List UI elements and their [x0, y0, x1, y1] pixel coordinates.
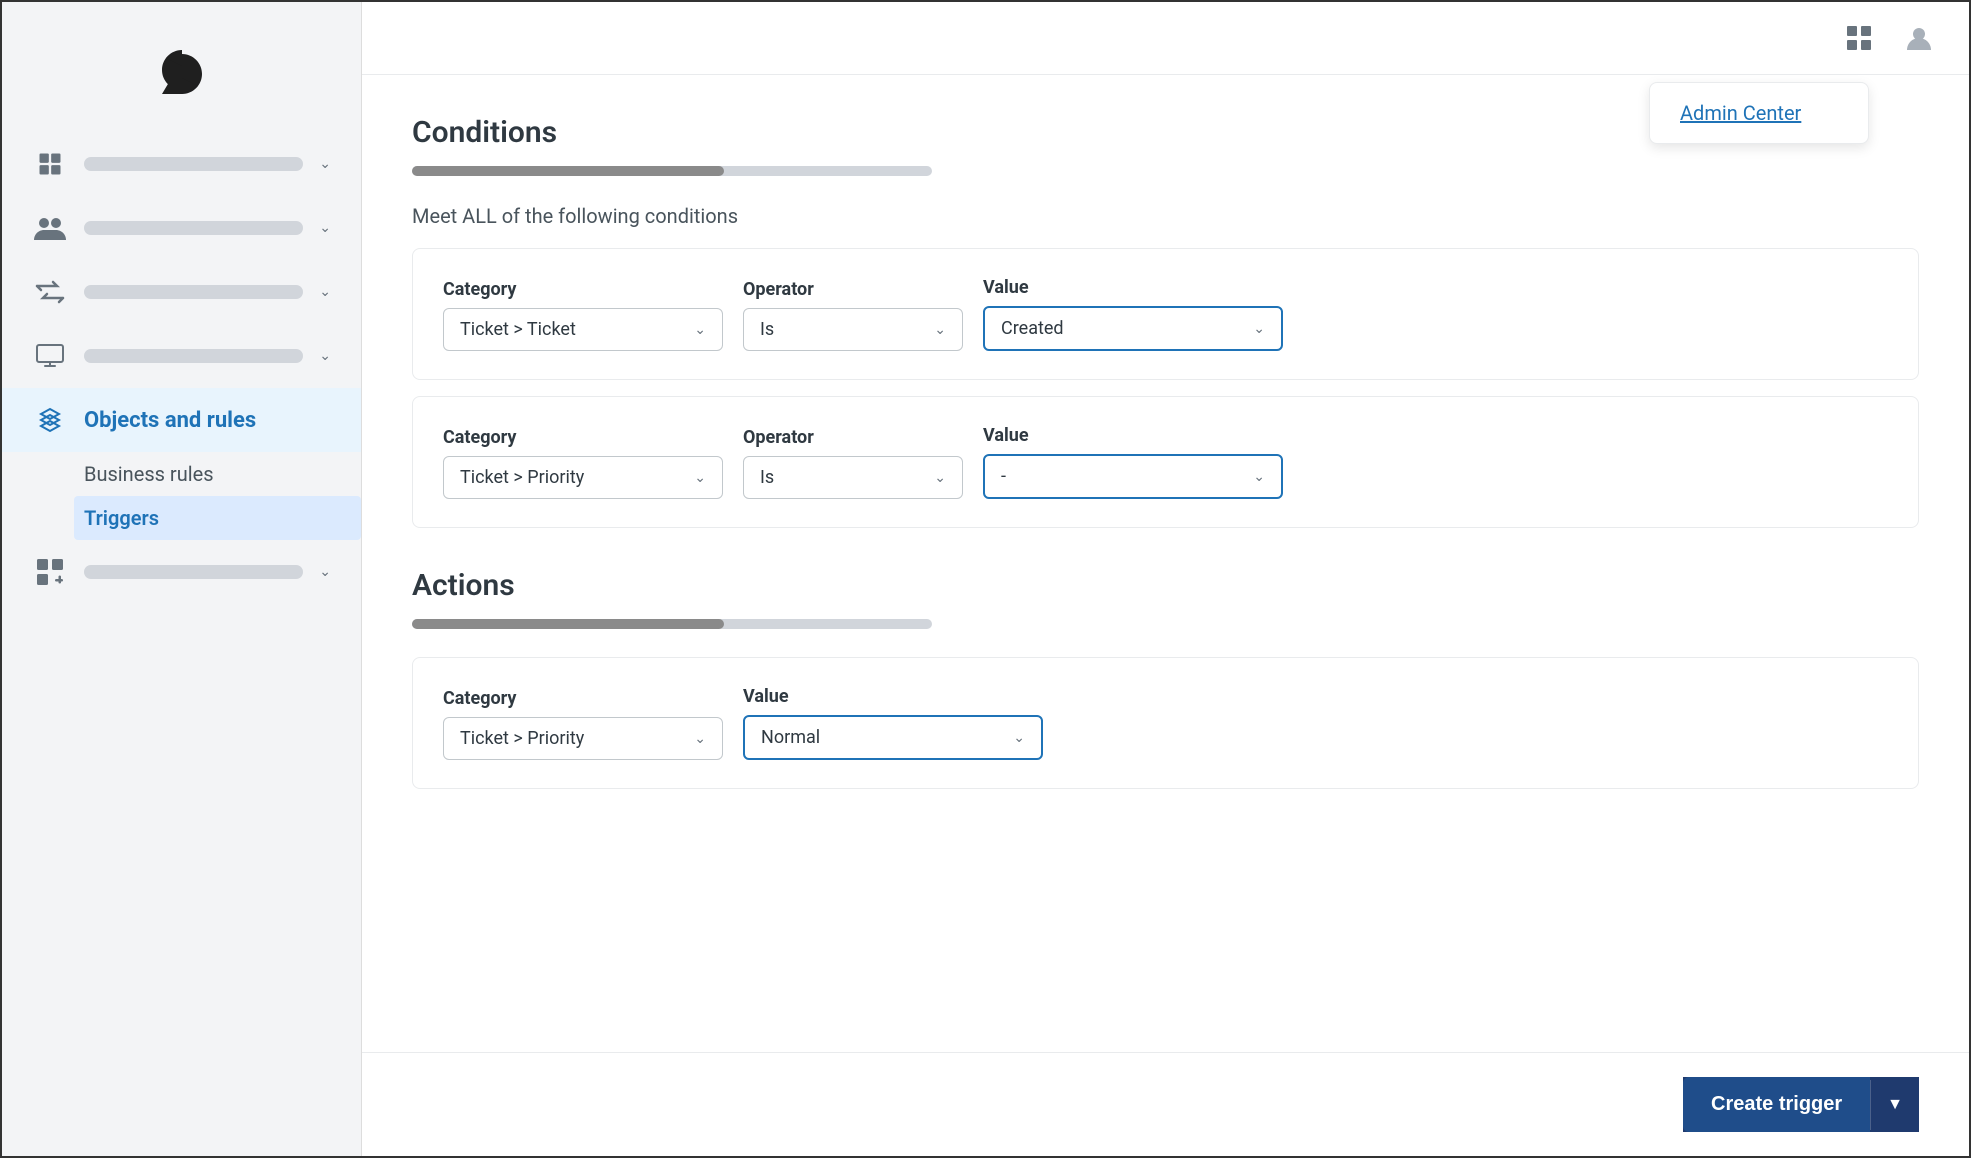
zendesk-logo-icon: [152, 42, 212, 102]
apps-grid-icon[interactable]: [1839, 18, 1879, 58]
chevron-down-icon: ⌄: [319, 220, 331, 236]
category-value-2: Ticket > Priority: [460, 467, 584, 488]
header: Admin Center: [362, 2, 1969, 75]
sidebar-item-label-bar: [84, 565, 303, 579]
action-category-value-1: Ticket > Priority: [460, 728, 584, 749]
sidebar-item-people[interactable]: ⌄: [2, 196, 361, 260]
building-icon: [32, 146, 68, 182]
sidebar-logo: [2, 22, 361, 132]
objects-rules-icon: [32, 402, 68, 438]
value-select-1[interactable]: Created ⌄: [983, 306, 1283, 351]
chevron-down-icon: ⌄: [694, 322, 706, 338]
admin-center-dropdown: Admin Center: [1649, 82, 1869, 144]
header-icons: [1839, 18, 1939, 58]
content-area: Conditions Meet ALL of the following con…: [362, 75, 1969, 1052]
condition-fields-1: Category Ticket > Ticket ⌄ Operator Is ⌄: [443, 277, 1888, 351]
sidebar-item-building[interactable]: ⌄: [2, 132, 361, 196]
action-row-1: Category Ticket > Priority ⌄ Value Norma…: [412, 657, 1919, 789]
chevron-down-icon: ⌄: [934, 322, 946, 338]
condition-fields-2: Category Ticket > Priority ⌄ Operator Is…: [443, 425, 1888, 499]
sidebar-submenu-business-rules[interactable]: Business rules: [84, 452, 361, 496]
conditions-section: Conditions Meet ALL of the following con…: [412, 115, 1919, 528]
chevron-down-icon: ⌄: [319, 564, 331, 580]
operator-value-1: Is: [760, 319, 774, 340]
create-trigger-chevron[interactable]: ▼: [1870, 1080, 1919, 1130]
actions-progress: [412, 619, 1919, 629]
people-icon: [32, 210, 68, 246]
sidebar-item-label-bar: [84, 157, 303, 171]
admin-center-link[interactable]: Admin Center: [1680, 101, 1801, 125]
category-label-2: Category: [443, 427, 723, 448]
actions-progress-bar-fill: [412, 619, 724, 629]
condition-row-2: Category Ticket > Priority ⌄ Operator Is…: [412, 396, 1919, 528]
action-category-label-1: Category: [443, 688, 723, 709]
condition-row-1: Category Ticket > Ticket ⌄ Operator Is ⌄: [412, 248, 1919, 380]
monitor-icon: [32, 338, 68, 374]
create-trigger-button[interactable]: Create trigger ▼: [1683, 1077, 1919, 1132]
sidebar-item-label-bar: [84, 349, 303, 363]
value-value-2: -: [1001, 466, 1006, 487]
progress-bar-fill: [412, 166, 724, 176]
operator-select-2[interactable]: Is ⌄: [743, 456, 963, 499]
sidebar-item-objects-rules[interactable]: Objects and rules: [2, 388, 361, 452]
chevron-down-icon: ⌄: [934, 470, 946, 486]
value-field-group-1: Value Created ⌄: [983, 277, 1283, 351]
create-trigger-label: Create trigger: [1683, 1077, 1870, 1132]
progress-bar: [412, 166, 932, 176]
sidebar-navigation: ⌄ ⌄ ⌄: [2, 132, 361, 604]
category-value-1: Ticket > Ticket: [460, 319, 576, 340]
operator-label-1: Operator: [743, 279, 963, 300]
category-field-group-1: Category Ticket > Ticket ⌄: [443, 279, 723, 351]
operator-select-1[interactable]: Is ⌄: [743, 308, 963, 351]
action-category-field-group-1: Category Ticket > Priority ⌄: [443, 688, 723, 760]
category-field-group-2: Category Ticket > Priority ⌄: [443, 427, 723, 499]
actions-title: Actions: [412, 568, 1919, 603]
sidebar-item-label-bar: [84, 285, 303, 299]
chevron-down-icon: ⌄: [319, 284, 331, 300]
sidebar-item-arrows[interactable]: ⌄: [2, 260, 361, 324]
objects-rules-label: Objects and rules: [84, 408, 331, 433]
sidebar-item-apps[interactable]: ⌄: [2, 540, 361, 604]
action-value-value-1: Normal: [761, 727, 820, 748]
chevron-down-icon: ⌄: [694, 731, 706, 747]
operator-value-2: Is: [760, 467, 774, 488]
actions-section: Actions Category Ticket > Priority ⌄: [412, 568, 1919, 789]
value-label-1: Value: [983, 277, 1283, 298]
chevron-down-icon: ⌄: [1253, 469, 1265, 485]
action-value-field-group-1: Value Normal ⌄: [743, 686, 1043, 760]
main-content: Admin Center Conditions Meet ALL of the …: [362, 2, 1969, 1156]
conditions-progress: [412, 166, 1919, 176]
apps-icon: [32, 554, 68, 590]
value-label-2: Value: [983, 425, 1283, 446]
actions-progress-bar: [412, 619, 932, 629]
sidebar-item-monitor[interactable]: ⌄: [2, 324, 361, 388]
value-field-group-2: Value - ⌄: [983, 425, 1283, 499]
chevron-down-icon: ⌄: [319, 156, 331, 172]
action-value-label-1: Value: [743, 686, 1043, 707]
chevron-down-icon: ⌄: [1253, 321, 1265, 337]
sidebar: ⌄ ⌄ ⌄: [2, 2, 362, 1156]
category-label-1: Category: [443, 279, 723, 300]
chevron-down-icon: ⌄: [694, 470, 706, 486]
chevron-down-icon: ⌄: [319, 348, 331, 364]
conditions-subtitle: Meet ALL of the following conditions: [412, 204, 1919, 228]
user-avatar-icon[interactable]: [1899, 18, 1939, 58]
arrows-icon: [32, 274, 68, 310]
value-value-1: Created: [1001, 318, 1064, 339]
chevron-down-icon: ⌄: [1013, 730, 1025, 746]
sidebar-submenu: Business rules Triggers: [2, 452, 361, 540]
category-select-2[interactable]: Ticket > Priority ⌄: [443, 456, 723, 499]
action-value-select-1[interactable]: Normal ⌄: [743, 715, 1043, 760]
operator-field-group-2: Operator Is ⌄: [743, 427, 963, 499]
sidebar-submenu-triggers[interactable]: Triggers: [74, 496, 361, 540]
action-fields-1: Category Ticket > Priority ⌄ Value Norma…: [443, 686, 1888, 760]
bottom-bar: Create trigger ▼: [362, 1052, 1969, 1156]
sidebar-item-label-bar: [84, 221, 303, 235]
operator-field-group-1: Operator Is ⌄: [743, 279, 963, 351]
value-select-2[interactable]: - ⌄: [983, 454, 1283, 499]
category-select-1[interactable]: Ticket > Ticket ⌄: [443, 308, 723, 351]
operator-label-2: Operator: [743, 427, 963, 448]
action-category-select-1[interactable]: Ticket > Priority ⌄: [443, 717, 723, 760]
